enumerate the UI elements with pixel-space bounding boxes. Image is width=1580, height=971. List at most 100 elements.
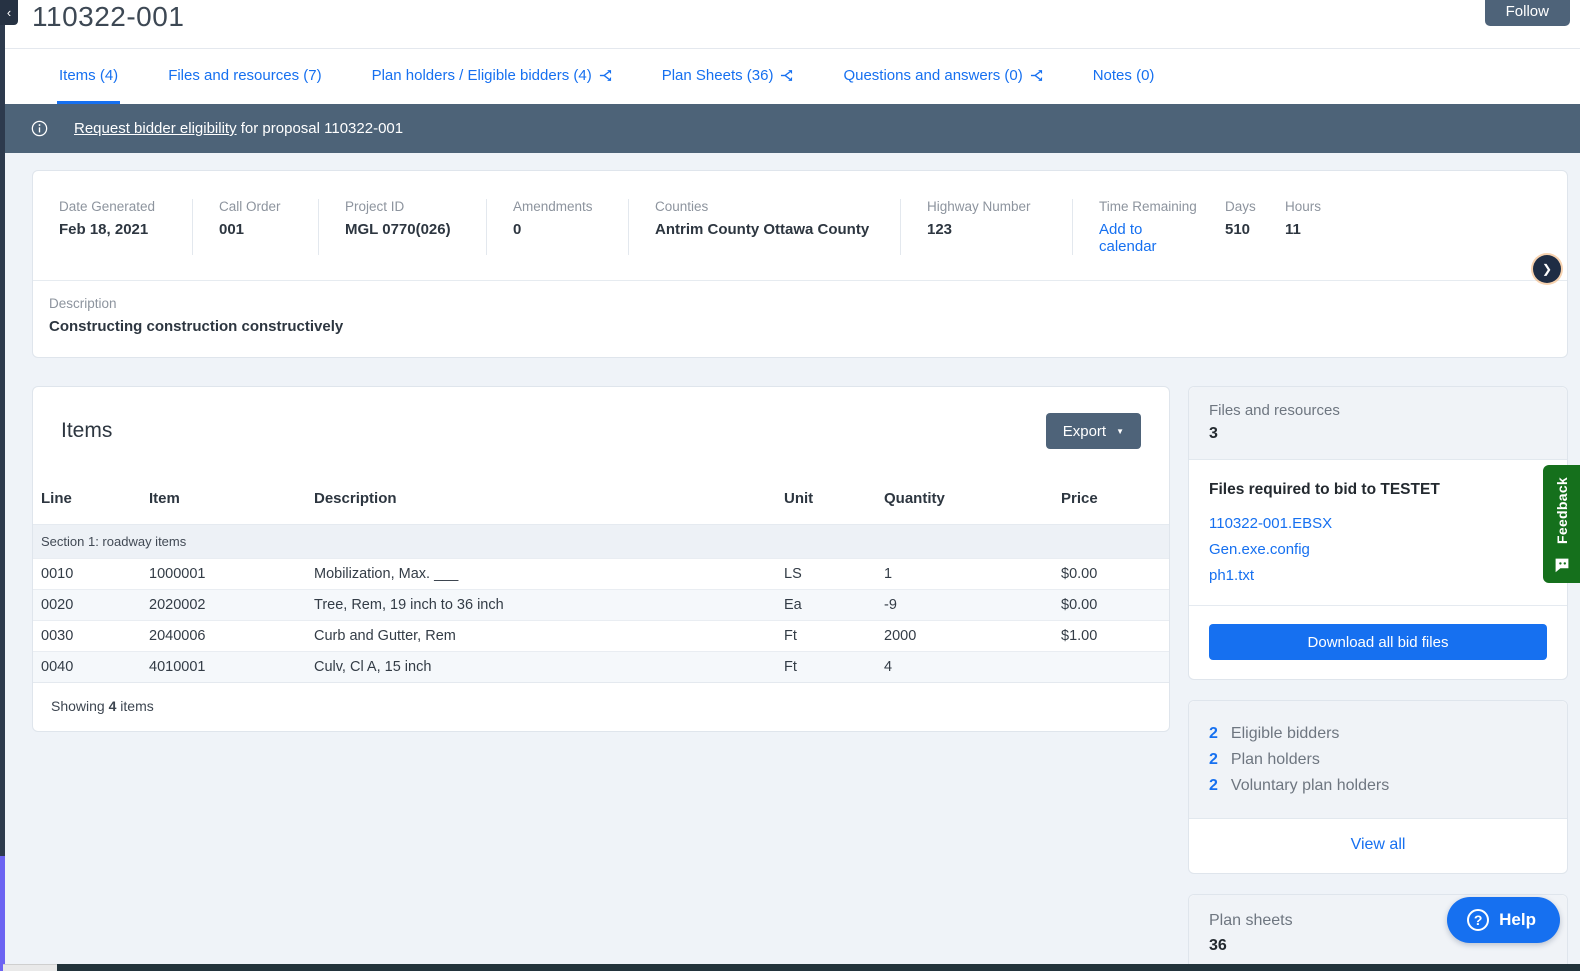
cell-line: 0020	[33, 590, 141, 621]
files-required-title: Files required to bid to TESTET	[1209, 481, 1547, 499]
items-footer: Showing 4 items	[33, 682, 1169, 731]
cell-line: 0030	[33, 621, 141, 652]
field-amendments: Amendments 0	[487, 199, 629, 255]
request-bidder-eligibility-link[interactable]: Request bidder eligibility	[74, 120, 237, 137]
eligible-bidders-count: 2	[1209, 725, 1218, 742]
eligible-bidders-row: 2Eligible bidders	[1209, 721, 1547, 747]
files-resources-card: Files and resources 3 Files required to …	[1188, 386, 1568, 680]
plan-holders-row: 2Plan holders	[1209, 747, 1547, 773]
field-label: Project ID	[345, 199, 486, 214]
view-all-link[interactable]: View all	[1351, 836, 1406, 853]
tab-notes-label: Notes (0)	[1093, 67, 1155, 84]
section-row: Section 1: roadway items	[33, 525, 1169, 559]
tab-plan-sheets-label: Plan Sheets (36)	[662, 67, 774, 84]
footer-text: Showing	[51, 698, 109, 714]
file-link[interactable]: ph1.txt	[1209, 567, 1547, 584]
cell-price: $0.00	[1053, 590, 1169, 621]
field-date-generated: Date Generated Feb 18, 2021	[33, 199, 193, 255]
table-row[interactable]: 0040 4010001 Culv, Cl A, 15 inch Ft 4	[33, 652, 1169, 683]
add-to-calendar-link[interactable]: Add to calendar	[1099, 221, 1157, 255]
tab-questions-and-answers[interactable]: Questions and answers (0)	[841, 49, 1044, 104]
tab-items[interactable]: Items (4)	[57, 49, 120, 104]
cell-unit: Ea	[776, 590, 876, 621]
file-link[interactable]: Gen.exe.config	[1209, 541, 1547, 558]
field-label: Call Order	[219, 199, 318, 214]
col-description: Description	[306, 474, 776, 525]
field-call-order: Call Order 001	[193, 199, 319, 255]
tab-items-label: Items (4)	[59, 67, 118, 84]
table-row[interactable]: 0020 2020002 Tree, Rem, 19 inch to 36 in…	[33, 590, 1169, 621]
field-value: 0	[513, 221, 628, 238]
tab-plan-sheets[interactable]: Plan Sheets (36)	[660, 49, 796, 104]
open-split-arrows-icon	[599, 69, 612, 82]
field-label: Hours	[1285, 199, 1567, 214]
items-table: Line Item Description Unit Quantity Pric…	[33, 474, 1169, 682]
items-table-header: Line Item Description Unit Quantity Pric…	[33, 474, 1169, 525]
cell-description: Tree, Rem, 19 inch to 36 inch	[306, 590, 776, 621]
page-header: 110322-001 Follow Items (4) Files and re…	[5, 0, 1580, 104]
tab-plan-holders[interactable]: Plan holders / Eligible bidders (4)	[370, 49, 614, 104]
left-edge-strip-purple	[0, 856, 5, 971]
files-card-label: Files and resources	[1209, 402, 1547, 419]
tab-files-label: Files and resources (7)	[168, 67, 321, 84]
field-label: Days	[1225, 199, 1259, 214]
feedback-smiley-icon	[1554, 557, 1570, 573]
plan-holders-card: 2Eligible bidders 2Plan holders 2 Volunta…	[1188, 700, 1568, 874]
cell-price	[1053, 652, 1169, 683]
voluntary-plan-holders-row: 2 Voluntary plan holders	[1209, 773, 1547, 799]
field-project-id: Project ID MGL 0770(026)	[319, 199, 487, 255]
field-label: Highway Number	[927, 199, 1072, 214]
field-label: Counties	[655, 199, 900, 214]
tab-questions-label: Questions and answers (0)	[843, 67, 1022, 84]
table-row[interactable]: 0030 2040006 Curb and Gutter, Rem Ft 200…	[33, 621, 1169, 652]
plan-holders-count: 2	[1209, 751, 1218, 768]
export-label: Export	[1063, 423, 1106, 440]
files-card-count: 3	[1209, 425, 1547, 443]
follow-button[interactable]: Follow	[1485, 0, 1570, 26]
cell-price: $1.00	[1053, 621, 1169, 652]
summary-next-button[interactable]: ❯	[1533, 255, 1561, 283]
help-button[interactable]: ? Help	[1447, 897, 1560, 943]
banner-text: for proposal 110322-001	[237, 120, 404, 137]
feedback-label: Feedback	[1554, 477, 1570, 544]
col-unit: Unit	[776, 474, 876, 525]
download-all-bid-files-button[interactable]: Download all bid files	[1209, 624, 1547, 660]
cell-quantity: 2000	[876, 621, 1053, 652]
chevron-down-icon: ▼	[1116, 427, 1124, 436]
cell-description: Culv, Cl A, 15 inch	[306, 652, 776, 683]
export-button[interactable]: Export ▼	[1046, 413, 1141, 449]
field-time-remaining: Time Remaining Add to calendar	[1073, 199, 1199, 255]
table-row[interactable]: 0010 1000001 Mobilization, Max. ___ LS 1…	[33, 559, 1169, 590]
items-panel-title: Items	[61, 419, 112, 443]
collapse-panel-button[interactable]: ‹	[0, 0, 18, 25]
col-item: Item	[141, 474, 306, 525]
tab-files-and-resources[interactable]: Files and resources (7)	[166, 49, 323, 104]
cell-item: 1000001	[141, 559, 306, 590]
field-value: 510	[1225, 221, 1259, 238]
cell-quantity: -9	[876, 590, 1053, 621]
section-label: Section 1: roadway items	[33, 525, 1169, 559]
voluntary-plan-holders-count: 2	[1209, 777, 1218, 794]
field-value: 11	[1285, 221, 1567, 238]
cell-description: Mobilization, Max. ___	[306, 559, 776, 590]
help-label: Help	[1499, 910, 1536, 930]
bottom-bar-dark-segment	[57, 964, 1580, 971]
cell-price: $0.00	[1053, 559, 1169, 590]
col-price: Price	[1053, 474, 1169, 525]
bottom-bar	[3, 964, 1580, 971]
info-icon	[31, 120, 48, 137]
voluntary-plan-holders-label: Voluntary plan holders	[1231, 777, 1389, 794]
cell-description: Curb and Gutter, Rem	[306, 621, 776, 652]
cell-unit: LS	[776, 559, 876, 590]
feedback-tab[interactable]: Feedback	[1543, 465, 1580, 583]
description-block: Description Constructing construction co…	[33, 280, 1567, 357]
eligibility-banner: Request bidder eligibility for proposal …	[5, 104, 1580, 153]
field-value: 001	[219, 221, 318, 238]
field-hours: Hours 11	[1259, 199, 1567, 255]
tab-bar: Items (4) Files and resources (7) Plan h…	[5, 49, 1580, 104]
cell-quantity: 1	[876, 559, 1053, 590]
tab-notes[interactable]: Notes (0)	[1091, 49, 1157, 104]
footer-text: items	[116, 698, 153, 714]
cell-quantity: 4	[876, 652, 1053, 683]
file-link[interactable]: 110322-001.EBSX	[1209, 515, 1547, 532]
